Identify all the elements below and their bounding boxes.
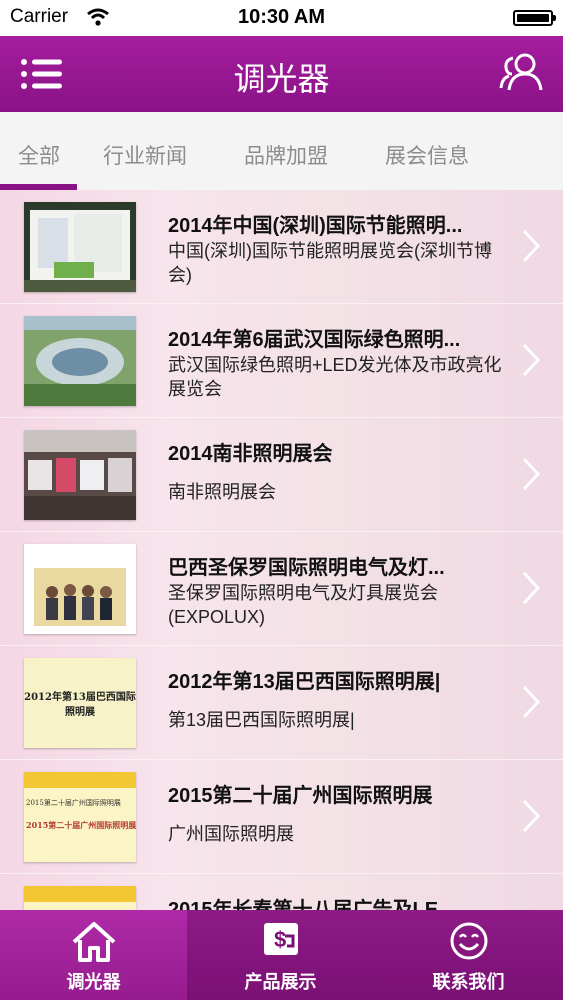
item-thumbnail [24,316,136,406]
smiley-icon [450,922,487,960]
tab-industry-news[interactable]: 行业新闻 [103,140,187,170]
item-thumbnail [24,544,136,634]
chevron-right-icon [522,685,541,719]
battery-icon [513,10,556,26]
bottom-tab-products[interactable]: $ 产品展示 [187,910,374,1000]
list-item[interactable]: 2014年第6届武汉国际绿色照明... 武汉国际绿色照明+LED发光体及市政亮化… [0,304,563,418]
item-subtitle: 南非照明展会 [168,482,276,502]
dollar-icon: $ [263,923,298,955]
item-thumbnail: 2012年第13届巴西国际照明展 [24,658,136,748]
news-list: 2014年中国(深圳)国际节能照明... 中国(深圳)国际节能照明展览会(深圳节… [0,190,563,910]
item-subtitle: 中国(深圳)国际节能照明展览会(深圳节博会) [168,241,492,285]
nav-bar: 调光器 [0,36,563,112]
item-thumbnail [24,886,136,910]
bottom-tab-label: 调光器 [66,972,121,992]
list-item[interactable]: 2015第二十届广州国际照明展 2015第二十届广州国际照明展 2015第二十届… [0,760,563,874]
item-subtitle: 第13届巴西国际照明展| [168,710,355,730]
item-subtitle: 武汉国际绿色照明+LED发光体及市政亮化展览会 [168,355,502,399]
item-subtitle: 圣保罗国际照明电气及灯具展览会(EXPOLUX) [168,583,438,627]
thumbnail-caption: 2012年第13届巴西国际照明展 [24,692,136,718]
list-item[interactable]: 2012年第13届巴西国际照明展 2012年第13届巴西国际照明展| 第13届巴… [0,646,563,760]
thumbnail-caption: 2015第二十届广州国际照明展 [26,820,136,830]
chevron-right-icon [522,343,541,377]
bottom-tab-bar: 调光器 $ 产品展示 联系我们 [0,910,563,1000]
item-title: 巴西圣保罗国际照明电气及灯... [168,557,445,579]
item-title: 2014年第6届武汉国际绿色照明... [168,329,461,351]
item-thumbnail [24,430,136,520]
item-title: 2012年第13届巴西国际照明展| [168,671,441,693]
bottom-tab-label: 联系我们 [432,972,505,992]
svg-text:$: $ [274,927,286,952]
list-item[interactable]: 2014南非照明展会 南非照明展会 [0,418,563,532]
list-item[interactable]: 2014年中国(深圳)国际节能照明... 中国(深圳)国际节能照明展览会(深圳节… [0,190,563,304]
bottom-tab-contact[interactable]: 联系我们 [374,910,563,1000]
chevron-right-icon [522,571,541,605]
item-thumbnail [24,202,136,292]
tab-all[interactable]: 全部 [18,140,60,170]
item-thumbnail: 2015第二十届广州国际照明展 2015第二十届广州国际照明展 [24,772,136,862]
chevron-right-icon [522,799,541,833]
tab-exhibition-info[interactable]: 展会信息 [385,140,469,170]
bottom-tab-label: 产品展示 [244,972,317,992]
page-title: 调光器 [233,61,330,97]
item-title: 2014年中国(深圳)国际节能照明... [168,215,463,237]
chevron-right-icon [522,229,541,263]
tab-brand-franchise[interactable]: 品牌加盟 [244,140,328,170]
user-profile-icon[interactable] [499,52,543,92]
item-title: 2015第二十届广州国际照明展 [168,785,433,807]
home-icon [72,922,115,962]
list-item[interactable]: 巴西圣保罗国际照明电气及灯... 圣保罗国际照明电气及灯具展览会(EXPOLUX… [0,532,563,646]
list-item[interactable]: 2015年长春第十八届广告及LE [0,874,563,910]
bottom-tab-home[interactable]: 调光器 [0,910,187,1000]
category-tabs: 全部 行业新闻 品牌加盟 展会信息 [0,112,563,190]
item-subtitle: 广州国际照明展 [168,824,294,844]
status-time: 10:30 AM [237,6,326,28]
thumbnail-caption-top: 2015第二十届广州国际照明展 [26,799,121,807]
item-title: 2014南非照明展会 [168,443,333,465]
status-bar: Carrier 10:30 AM [0,0,563,36]
item-title: 2015年长春第十八届广告及LE [168,899,439,910]
chevron-right-icon [522,457,541,491]
